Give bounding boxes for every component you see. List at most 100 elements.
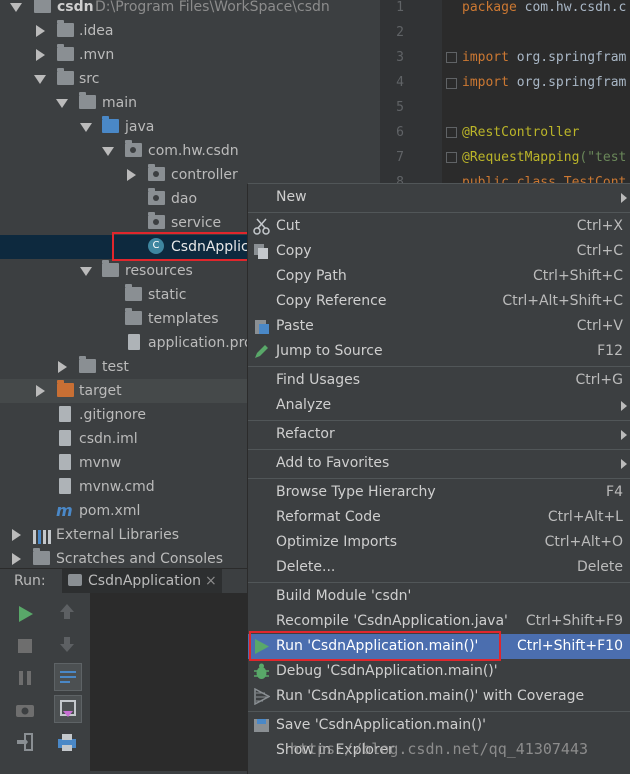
tree-label: .gitignore <box>79 407 146 423</box>
arrow-up-icon[interactable] <box>56 601 78 623</box>
print-icon[interactable] <box>56 731 78 753</box>
module-file-icon <box>59 430 71 446</box>
menu-item-paste[interactable]: Paste Ctrl+V <box>248 314 630 339</box>
file-icon <box>59 406 71 422</box>
menu-item-cut[interactable]: Cut Ctrl+X <box>248 214 630 239</box>
menu-item-refactor[interactable]: Refactor <box>248 422 630 447</box>
folder-icon <box>57 20 74 37</box>
run-tab[interactable]: CsdnApplication × <box>62 569 222 593</box>
arrow-down-icon[interactable] <box>56 633 78 655</box>
menu-item-delete[interactable]: Delete... Delete <box>248 555 630 580</box>
menu-item-build-module[interactable]: Build Module 'csdn' <box>248 584 630 609</box>
chevron-right-icon[interactable] <box>58 361 67 373</box>
context-menu: New Cut Ctrl+X Copy Ctrl+C Copy Path Ctrl+S… <box>247 183 630 774</box>
fold-icon[interactable] <box>446 78 457 89</box>
tree-label: resources <box>125 263 193 279</box>
menu-item-copy[interactable]: Copy Ctrl+C <box>248 239 630 264</box>
submenu-arrow-icon <box>621 430 627 440</box>
debug-bug-icon <box>253 663 270 680</box>
tree-label: csdn <box>57 0 94 15</box>
file-icon <box>59 478 71 494</box>
code-line: package com.hw.csdn.c <box>462 0 627 15</box>
run-tool-header: Run: CsdnApplication × <box>0 568 248 594</box>
menu-item-find-usages[interactable]: Find Usages Ctrl+G <box>248 368 630 393</box>
excluded-folder-icon <box>57 380 74 397</box>
chevron-right-icon[interactable] <box>36 385 45 397</box>
run-label: Run: <box>14 573 46 589</box>
soft-wrap-icon[interactable] <box>54 663 82 691</box>
scroll-to-end-icon[interactable] <box>54 695 82 723</box>
chevron-right-icon[interactable] <box>36 25 45 37</box>
chevron-down-icon[interactable] <box>10 3 22 12</box>
chevron-right-icon[interactable] <box>36 49 45 61</box>
rerun-icon[interactable] <box>14 603 36 625</box>
tree-item-main[interactable]: main <box>0 91 380 115</box>
tree-label: src <box>79 71 100 87</box>
line-number: 5 <box>396 100 404 115</box>
camera-icon[interactable] <box>14 699 36 721</box>
annotation-red-box <box>249 631 501 661</box>
chevron-down-icon[interactable] <box>56 99 68 108</box>
folder-icon <box>57 44 74 61</box>
scissors-icon <box>253 218 270 235</box>
chevron-right-icon[interactable] <box>12 529 21 541</box>
menu-item-copy-reference[interactable]: Copy Reference Ctrl+Alt+Shift+C <box>248 289 630 314</box>
close-icon[interactable]: × <box>205 569 217 593</box>
fold-icon[interactable] <box>446 152 457 163</box>
menu-item-run-with-coverage[interactable]: Run 'CsdnApplication.main()' with Covera… <box>248 684 630 709</box>
menu-item-add-to-favorites[interactable]: Add to Favorites <box>248 451 630 476</box>
run-tab-label: CsdnApplication <box>88 573 202 589</box>
pause-icon[interactable] <box>14 667 36 689</box>
chevron-right-icon[interactable] <box>127 169 136 181</box>
menu-item-reformat-code[interactable]: Reformat Code Ctrl+Alt+L <box>248 505 630 530</box>
chevron-down-icon[interactable] <box>80 267 92 276</box>
watermark-text: https://blog.csdn.net/qq_41307443 <box>290 740 589 758</box>
menu-separator <box>248 711 630 712</box>
chevron-down-icon[interactable] <box>34 75 46 84</box>
menu-item-analyze[interactable]: Analyze <box>248 393 630 418</box>
tree-item-mvn[interactable]: .mvn <box>0 43 380 67</box>
tree-item-csdn[interactable]: csdn D:\Program Files\WorkSpace\csdn <box>0 0 380 19</box>
menu-item-jump-to-source[interactable]: Jump to Source F12 <box>248 339 630 364</box>
menu-item-new[interactable]: New <box>248 185 630 210</box>
chevron-down-icon[interactable] <box>102 147 114 156</box>
chevron-down-icon[interactable] <box>80 123 92 132</box>
paste-icon <box>253 318 270 335</box>
tree-label: External Libraries <box>56 527 179 543</box>
menu-item-copy-path[interactable]: Copy Path Ctrl+Shift+C <box>248 264 630 289</box>
tree-item-idea[interactable]: .idea <box>0 19 380 43</box>
tree-item-java[interactable]: java <box>0 115 380 139</box>
package-icon <box>125 140 142 157</box>
tree-label: .mvn <box>79 47 115 63</box>
fold-icon[interactable] <box>446 52 457 63</box>
chevron-right-icon[interactable] <box>12 553 21 565</box>
fold-icon[interactable] <box>446 127 457 138</box>
tree-label: controller <box>171 167 238 183</box>
source-folder-icon <box>102 116 119 133</box>
folder-icon <box>34 0 51 13</box>
menu-item-browse-type-hierarchy[interactable]: Browse Type Hierarchy F4 <box>248 480 630 505</box>
submenu-arrow-icon <box>621 459 627 469</box>
annotation-red-box <box>112 232 252 261</box>
tree-label: dao <box>171 191 198 207</box>
menu-separator <box>248 212 630 213</box>
submenu-arrow-icon <box>621 193 627 203</box>
properties-file-icon <box>128 334 140 350</box>
menu-item-save-configuration[interactable]: Save 'CsdnApplication.main()' <box>248 713 630 738</box>
run-console[interactable] <box>90 593 250 771</box>
tree-item-package[interactable]: com.hw.csdn <box>0 139 380 163</box>
stop-icon[interactable] <box>14 635 36 657</box>
menu-item-debug[interactable]: Debug 'CsdnApplication.main()' <box>248 659 630 684</box>
submenu-arrow-icon <box>621 401 627 411</box>
scratches-icon <box>33 548 50 565</box>
code-editor[interactable]: 1 2 3 4 5 6 7 8 package com.hw.csdn.c im… <box>380 0 630 185</box>
login-icon[interactable] <box>14 731 36 753</box>
app-icon <box>68 574 82 586</box>
line-number: 3 <box>396 50 404 65</box>
tree-item-src[interactable]: src <box>0 67 380 91</box>
menu-item-optimize-imports[interactable]: Optimize Imports Ctrl+Alt+O <box>248 530 630 555</box>
menu-separator <box>248 582 630 583</box>
tree-label: pom.xml <box>79 503 141 519</box>
line-number: 2 <box>396 25 404 40</box>
line-number: 6 <box>396 125 404 140</box>
